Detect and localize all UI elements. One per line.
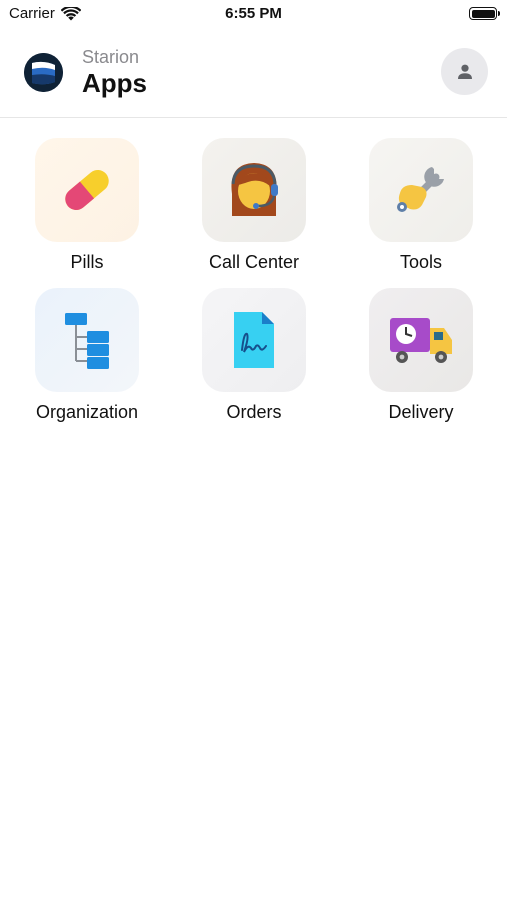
app-label: Pills: [70, 252, 104, 272]
profile-button[interactable]: [441, 48, 488, 95]
brand-name: Starion: [82, 47, 140, 67]
app-label: Delivery: [388, 402, 454, 422]
battery-icon: [469, 7, 500, 20]
app-label: Organization: [35, 402, 139, 422]
app-label: Call Center: [208, 252, 300, 272]
person-icon: [457, 64, 472, 79]
app-tile-call-center[interactable]: Call Center: [179, 138, 329, 278]
app-tile-tools[interactable]: Tools: [346, 138, 496, 278]
app-label: Orders: [226, 402, 282, 422]
app-label: Tools: [399, 252, 443, 272]
app-tile-delivery[interactable]: Delivery: [346, 288, 496, 428]
headset-agent-icon: [202, 138, 306, 242]
page-title: Apps: [82, 68, 147, 98]
app-tile-organization[interactable]: Organization: [12, 288, 162, 428]
wrench-icon: [369, 138, 473, 242]
delivery-truck-icon: [369, 288, 473, 392]
starion-logo-icon: [24, 53, 63, 92]
app-tile-pills[interactable]: Pills: [12, 138, 162, 278]
app-tile-orders[interactable]: Orders: [179, 288, 329, 428]
status-time: 6:55 PM: [225, 5, 282, 22]
app-header: Starion Apps: [0, 40, 507, 118]
pill-icon: [35, 138, 139, 242]
status-bar: Carrier 6:55 PM: [0, 0, 507, 28]
signed-document-icon: [202, 288, 306, 392]
org-chart-icon: [35, 288, 139, 392]
